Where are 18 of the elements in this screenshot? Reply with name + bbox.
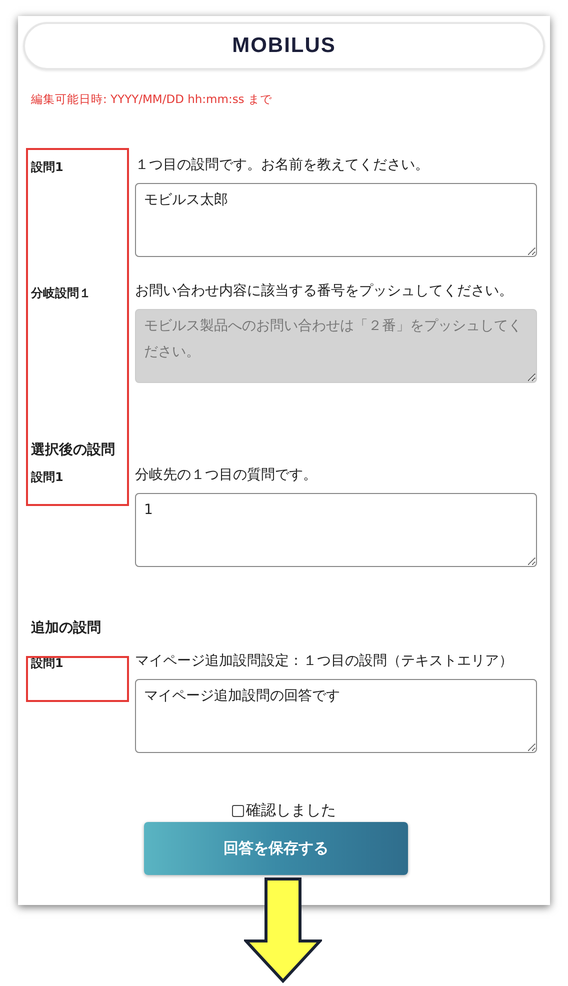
- question-text: １つ目の設問です。お名前を教えてください。: [135, 156, 429, 175]
- checkbox[interactable]: [232, 804, 244, 816]
- question-label: 設問1: [31, 469, 64, 486]
- edit-deadline-text: 編集可能日時: YYYY/MM/DD hh:mm:ss まで: [31, 92, 272, 107]
- save-button[interactable]: 回答を保存する: [144, 822, 408, 875]
- answer-field[interactable]: 1: [135, 493, 537, 567]
- checkbox-label[interactable]: 確認しました: [246, 801, 336, 820]
- answer-field[interactable]: モビルス太郎: [135, 183, 537, 257]
- question-text: お問い合わせ内容に該当する番号をプッシュしてください。: [135, 282, 513, 301]
- answer-field[interactable]: マイページ追加設問の回答です: [135, 679, 537, 753]
- down-arrow-icon: [244, 877, 322, 983]
- question-text: 分岐先の１つ目の質問です。: [135, 466, 317, 485]
- question-label: 分岐設問１: [31, 285, 91, 302]
- logo: MOBILUS: [232, 34, 336, 58]
- section-heading: 追加の設問: [31, 619, 101, 637]
- question-label: 設問1: [31, 159, 64, 176]
- section-heading: 選択後の設問: [31, 441, 115, 459]
- question-text: マイページ追加設問設定：１つ目の設問（テキストエリア）: [135, 652, 513, 671]
